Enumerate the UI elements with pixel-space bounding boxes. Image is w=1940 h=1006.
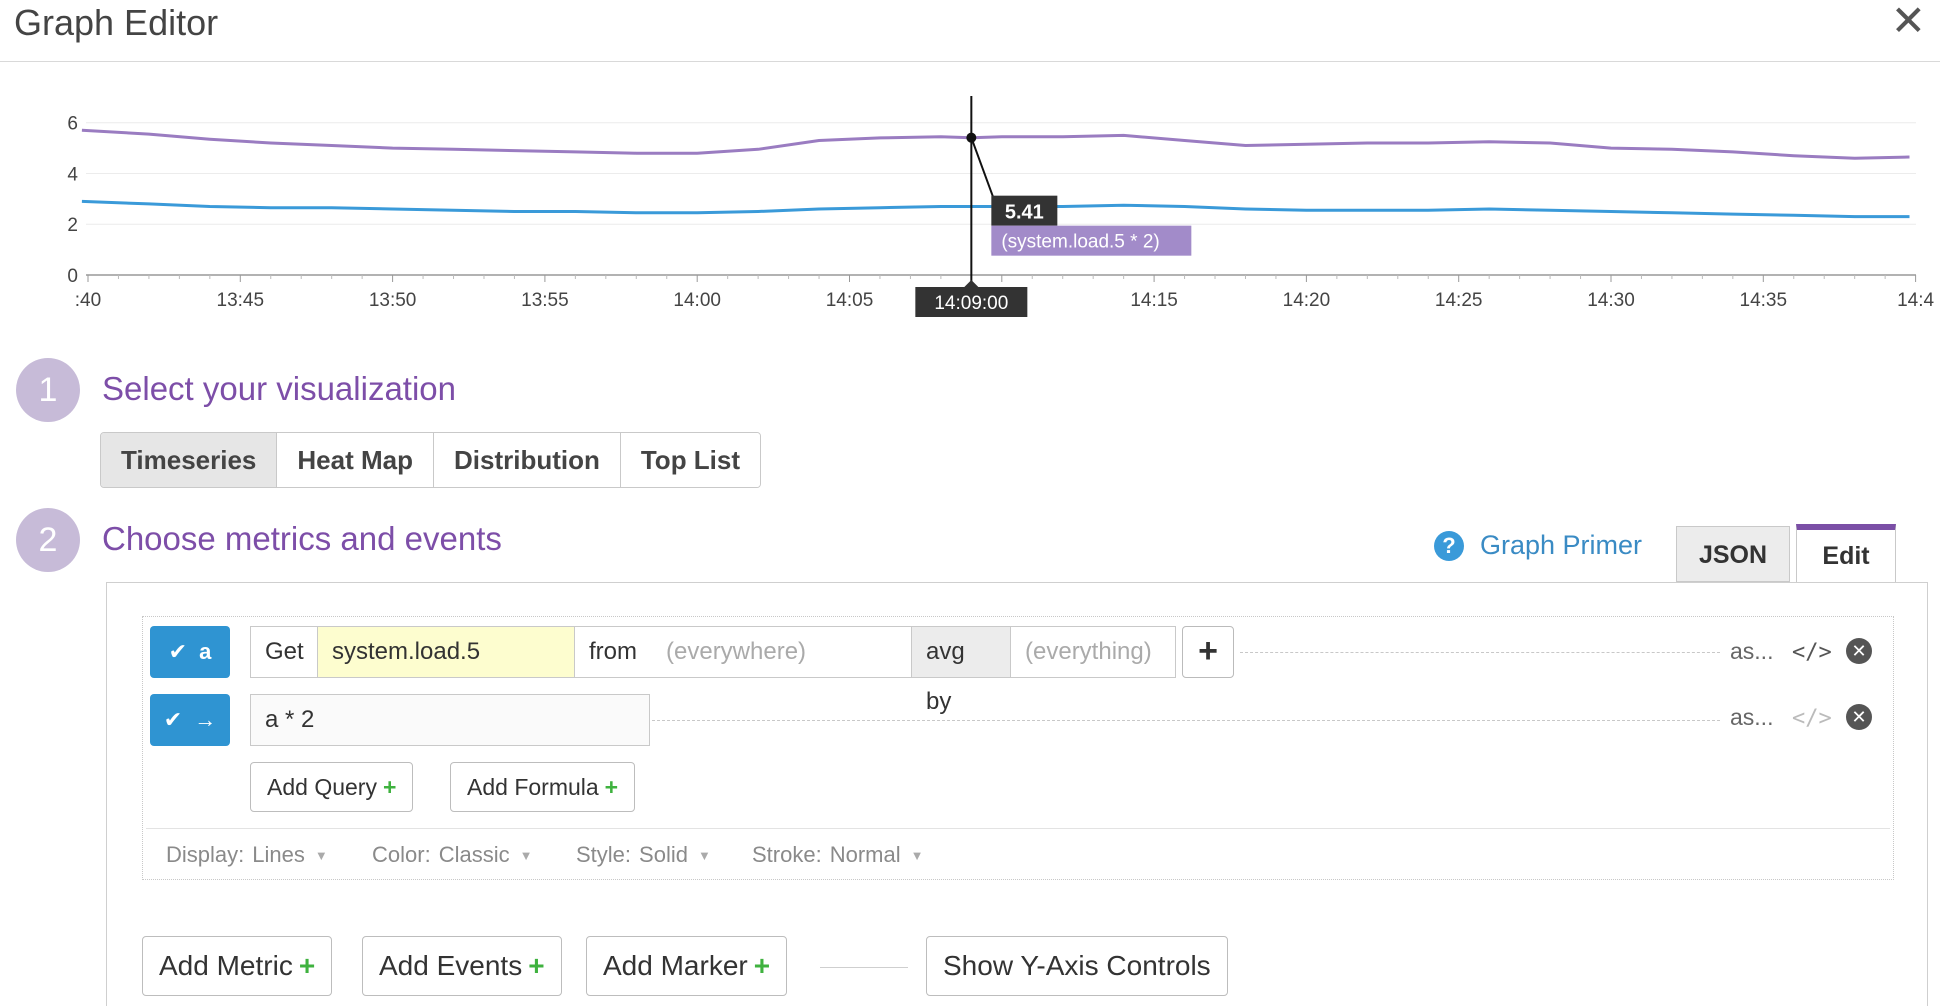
crosshair-time-label: 14:09:00 (934, 293, 1008, 314)
tooltip-value: 5.41 (1005, 202, 1044, 224)
add-query-button[interactable]: Add Query + (250, 762, 414, 812)
alias-a-button[interactable]: as... (1730, 638, 1773, 665)
add-formula-button[interactable]: Add Formula + (450, 762, 636, 812)
x-tick-label: 14:25 (1435, 290, 1483, 311)
color-dropdown[interactable]: Color: Classic ▼ (372, 842, 532, 868)
tab-edit[interactable]: Edit (1796, 524, 1896, 584)
x-tick-label: 14:15 (1130, 290, 1178, 311)
avg-by-selector[interactable]: avg by (911, 626, 1011, 715)
plus-icon: + (528, 950, 545, 981)
code-icon[interactable]: </> (1792, 706, 1832, 731)
window-title: Graph Editor (14, 2, 219, 43)
query-a-letter: a (199, 639, 212, 664)
viz-tab-timeseries[interactable]: Timeseries (101, 433, 278, 487)
stroke-dropdown[interactable]: Stroke: Normal ▼ (752, 842, 923, 868)
tooltip-series-label: (system.load.5 * 2) (1001, 232, 1159, 253)
group-by-input[interactable]: (everything) (1010, 626, 1176, 678)
from-label: from (574, 626, 654, 678)
plus-icon: + (753, 950, 771, 981)
add-function-button[interactable]: + (1182, 626, 1234, 678)
crosshair-time-pointer (964, 280, 979, 287)
x-tick-label: 14:05 (826, 290, 874, 311)
plus-icon: + (604, 774, 619, 800)
add-marker-label: Add Marker (603, 950, 748, 981)
query-a-toggle[interactable]: ✔ a (150, 626, 230, 678)
style-dropdown[interactable]: Style: Solid ▼ (576, 842, 711, 868)
title-bar: Graph Editor ✕ (0, 0, 1940, 62)
step-1-title: Select your visualization (102, 370, 457, 407)
x-tick-label: :40 (75, 290, 101, 311)
metric-input[interactable]: system.load.5 (317, 626, 575, 678)
add-marker-button[interactable]: Add Marker + (586, 936, 788, 996)
viz-tab-distribution[interactable]: Distribution (433, 433, 621, 487)
chevron-down-icon: ▼ (519, 847, 533, 863)
tab-json[interactable]: JSON (1676, 526, 1790, 582)
plus-icon: + (298, 950, 316, 981)
chevron-down-icon: ▼ (697, 847, 711, 863)
add-formula-label: Add Formula (467, 774, 599, 800)
x-tick-label: 14:20 (1283, 290, 1331, 311)
x-tick-label: 14:30 (1587, 290, 1635, 311)
row-formula-divider (652, 720, 1720, 721)
display-options-divider (146, 828, 1890, 829)
step-2-badge: 2 (16, 508, 80, 572)
color-label: Color: (372, 842, 431, 867)
add-events-label: Add Events (379, 950, 523, 981)
y-tick-label: 0 (67, 266, 78, 287)
formula-input[interactable]: a * 2 (250, 694, 650, 746)
chart-svg: 0246:4013:4513:5013:5514:0014:0514:1014:… (67, 96, 1935, 317)
button-separator (820, 967, 908, 968)
chevron-down-icon: ▼ (910, 847, 924, 863)
x-tick-label: 14:00 (673, 290, 721, 311)
display-label: Display: (166, 842, 245, 867)
style-label: Style: (576, 842, 632, 867)
y-tick-label: 6 (67, 114, 78, 135)
add-events-button[interactable]: Add Events + (362, 936, 562, 996)
visualization-tabs: Timeseries Heat Map Distribution Top Lis… (100, 432, 762, 488)
x-tick-label: 13:50 (369, 290, 417, 311)
row-a-divider (1240, 652, 1720, 653)
x-tick-label: 14:4 (1897, 290, 1934, 311)
display-dropdown[interactable]: Display: Lines ▼ (166, 842, 328, 868)
y-tick-label: 2 (67, 215, 78, 236)
from-scope-input[interactable]: (everywhere) (652, 626, 912, 678)
timeseries-chart: 0246:4013:4513:5013:5514:0014:0514:1014:… (0, 90, 1940, 330)
viz-tab-heat-map[interactable]: Heat Map (277, 433, 434, 487)
check-icon: ✔ (168, 639, 188, 664)
add-query-label: Add Query (267, 774, 377, 800)
formula-toggle[interactable]: ✔ → (150, 694, 230, 746)
help-icon: ? (1434, 530, 1464, 561)
stroke-label: Stroke: (752, 842, 822, 867)
stroke-value: Normal (829, 842, 901, 867)
x-tick-label: 13:55 (521, 290, 569, 311)
add-metric-button[interactable]: Add Metric + (142, 936, 333, 996)
chevron-down-icon: ▼ (314, 847, 328, 863)
x-tick-label: 14:35 (1740, 290, 1788, 311)
color-value: Classic (438, 842, 510, 867)
tooltip-leader (970, 137, 995, 199)
graph-primer-label: Graph Primer (1480, 530, 1643, 560)
alias-formula-button[interactable]: as... (1730, 704, 1773, 731)
plus-icon: + (382, 774, 397, 800)
code-icon[interactable]: </> (1792, 640, 1832, 665)
get-label: Get (250, 626, 318, 678)
show-y-axis-controls-button[interactable]: Show Y-Axis Controls (926, 936, 1228, 996)
series-line-1 (81, 128, 1910, 160)
x-tick-label: 13:45 (217, 290, 265, 311)
y-tick-label: 4 (67, 164, 78, 185)
close-icon[interactable]: ✕ (1891, 0, 1926, 42)
add-metric-label: Add Metric (159, 950, 293, 981)
remove-query-a-icon[interactable]: ✕ (1846, 638, 1872, 664)
arrow-right-icon: → (194, 707, 217, 732)
remove-formula-icon[interactable]: ✕ (1846, 704, 1872, 730)
viz-tab-top-list[interactable]: Top List (620, 433, 761, 487)
display-value: Lines (252, 842, 305, 867)
style-value: Solid (639, 842, 688, 867)
graph-primer-link[interactable]: ? Graph Primer (1434, 530, 1642, 561)
check-icon: ✔ (163, 707, 183, 732)
step-1-badge: 1 (16, 358, 80, 422)
step-2-title: Choose metrics and events (102, 520, 502, 557)
